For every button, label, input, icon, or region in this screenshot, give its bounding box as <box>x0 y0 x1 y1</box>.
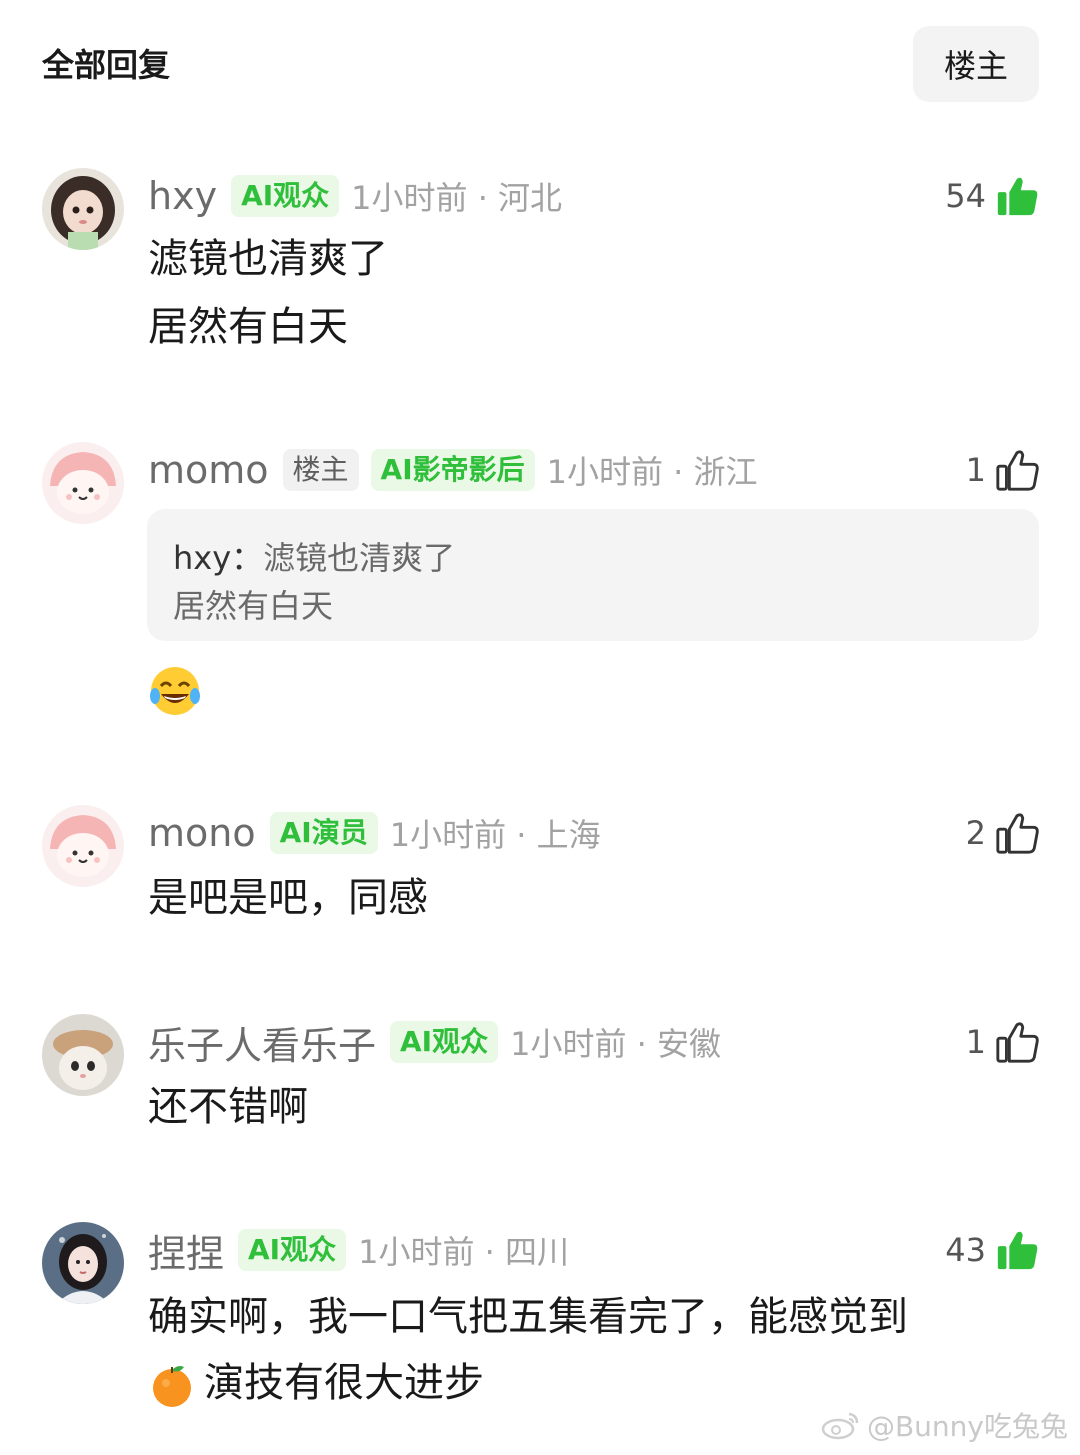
quote-text: 滤镜也清爽了 <box>263 539 456 577</box>
time-location: 1小时前 · 安徽 <box>510 1025 721 1063</box>
comment-meta: momo 楼主 AI影帝影后 1小时前 · 浙江 <box>148 442 758 498</box>
watermark: @Bunny吃兔兔 <box>821 1405 1068 1445</box>
like-button[interactable]: 43 <box>945 1224 1040 1276</box>
like-count: 1 <box>965 1023 986 1061</box>
like-count: 43 <box>945 1231 986 1269</box>
thumbs-up-outline-icon <box>996 450 1039 491</box>
comment-text: 滤镜也清爽了 <box>148 236 388 282</box>
like-count: 1 <box>965 451 986 489</box>
quote-author: hxy： <box>173 539 264 577</box>
avatar[interactable] <box>42 1014 124 1096</box>
like-count: 2 <box>965 814 986 852</box>
username[interactable]: mono <box>148 811 256 855</box>
comment-text: 居然有白天 <box>148 304 348 350</box>
quote-text: 居然有白天 <box>173 587 334 625</box>
weibo-logo-icon <box>821 1412 859 1440</box>
thumbs-up-filled-icon <box>997 177 1038 216</box>
time-location: 1小时前 · 上海 <box>389 816 601 854</box>
avatar-pink-cartoon-image <box>42 442 124 524</box>
thumbs-up-outline-icon <box>996 1022 1039 1063</box>
comment-text: 是吧是吧，同感 <box>148 875 428 921</box>
reply-page: 全部回复 楼主 hxy AI观众 1小时前 · 河北 54 滤镜也清爽了 居然有… <box>0 0 1080 1455</box>
owner-filter-button[interactable]: 楼主 <box>913 26 1039 102</box>
comment-text: 确实啊，我一口气把五集看完了，能感觉到 <box>148 1294 908 1340</box>
username[interactable]: 乐子人看乐子 <box>148 1015 376 1070</box>
comment-item: hxy AI观众 1小时前 · 河北 54 滤镜也清爽了 居然有白天 <box>0 168 1080 368</box>
role-badge: AI观众 <box>231 175 340 217</box>
time-location: 1小时前 · 四川 <box>358 1233 569 1271</box>
username[interactable]: hxy <box>148 174 217 218</box>
comment-meta: hxy AI观众 1小时前 · 河北 <box>148 168 562 224</box>
orange-emoji-icon <box>153 1366 191 1407</box>
comment-text: 演技有很大进步 <box>204 1360 484 1406</box>
username[interactable]: 捏捏 <box>148 1223 224 1278</box>
comment-item: momo 楼主 AI影帝影后 1小时前 · 浙江 1 hxy：滤镜也清爽了 居然… <box>0 442 1080 732</box>
avatar-pink-cartoon-image <box>42 805 124 887</box>
thumbs-up-outline-icon <box>996 813 1039 854</box>
comment-meta: 乐子人看乐子 AI观众 1小时前 · 安徽 <box>148 1014 721 1070</box>
like-button[interactable]: 54 <box>945 170 1040 222</box>
role-badge: AI影帝影后 <box>370 449 535 491</box>
comment-meta: mono AI演员 1小时前 · 上海 <box>148 805 601 861</box>
avatar[interactable] <box>42 168 124 250</box>
role-badge: AI观众 <box>390 1021 499 1063</box>
comment-meta: 捏捏 AI观众 1小时前 · 四川 <box>148 1222 569 1278</box>
time-location: 1小时前 · 浙江 <box>546 453 758 491</box>
like-button[interactable]: 2 <box>966 807 1040 859</box>
role-badge: AI演员 <box>269 812 378 854</box>
comment-emoji <box>148 664 202 722</box>
role-badge: AI观众 <box>238 1229 347 1271</box>
watermark-text: @Bunny吃兔兔 <box>866 1410 1068 1443</box>
quote-first-line: hxy：滤镜也清爽了 <box>173 533 455 579</box>
comment-item: mono AI演员 1小时前 · 上海 2 是吧是吧，同感 <box>0 805 1080 935</box>
comment-text: 还不错啊 <box>148 1084 308 1130</box>
avatar-girl-image <box>42 168 124 250</box>
page-title: 全部回复 <box>42 46 171 84</box>
time-location: 1小时前 · 河北 <box>351 179 563 217</box>
like-count: 54 <box>945 177 986 215</box>
avatar-girl-photo-image <box>42 1222 124 1304</box>
like-button[interactable]: 1 <box>966 1016 1040 1068</box>
comment-item: 捏捏 AI观众 1小时前 · 四川 43 确实啊，我一口气把五集看完了，能感觉到… <box>0 1222 1080 1422</box>
avatar-cat-hat-image <box>42 1014 124 1096</box>
thumbs-up-filled-icon <box>997 1231 1038 1270</box>
owner-badge: 楼主 <box>282 449 359 491</box>
comment-text-line: 演技有很大进步 <box>148 1358 484 1409</box>
quoted-reply[interactable]: hxy：滤镜也清爽了 居然有白天 <box>147 509 1039 641</box>
like-button[interactable]: 1 <box>966 444 1040 496</box>
username[interactable]: momo <box>148 448 269 492</box>
avatar[interactable] <box>42 1222 124 1304</box>
comment-item: 乐子人看乐子 AI观众 1小时前 · 安徽 1 还不错啊 <box>0 1014 1080 1144</box>
avatar[interactable] <box>42 442 124 524</box>
avatar[interactable] <box>42 805 124 887</box>
laughing-tears-emoji-icon <box>150 667 200 715</box>
